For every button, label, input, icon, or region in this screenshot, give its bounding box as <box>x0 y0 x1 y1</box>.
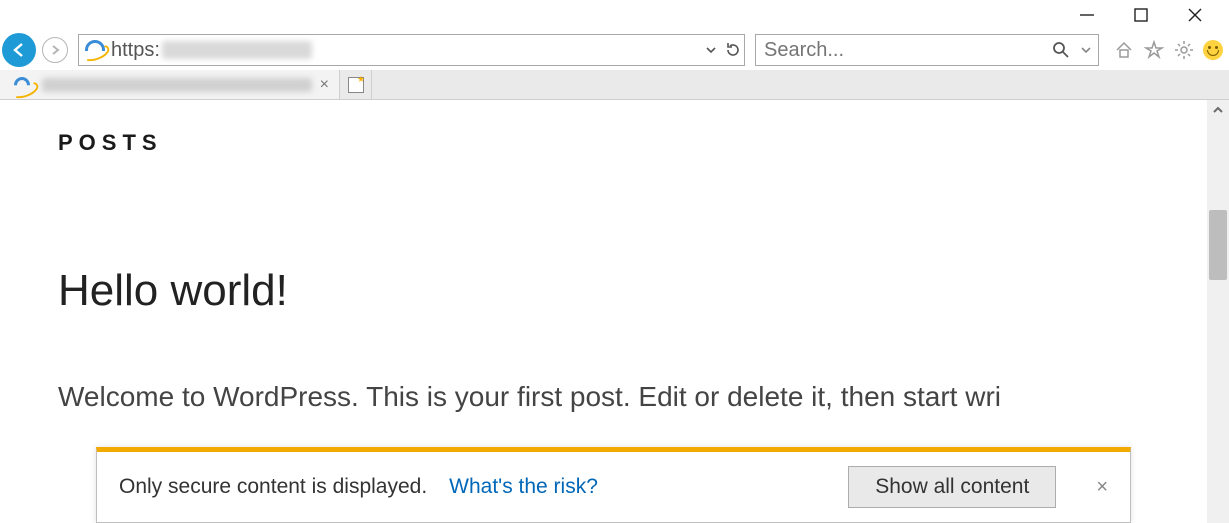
whats-the-risk-link[interactable]: What's the risk? <box>449 475 598 499</box>
scroll-thumb[interactable] <box>1209 210 1227 280</box>
notification-message: Only secure content is displayed. <box>119 475 427 499</box>
maximize-button[interactable] <box>1131 5 1151 25</box>
back-button[interactable] <box>2 33 36 67</box>
address-redacted <box>162 41 312 59</box>
navigation-bar: https: <box>0 30 1229 70</box>
vertical-scrollbar[interactable] <box>1207 100 1229 523</box>
refresh-button[interactable] <box>722 42 744 58</box>
notification-close-button[interactable]: × <box>1096 476 1108 499</box>
address-text: https: <box>111 39 160 62</box>
close-window-button[interactable] <box>1185 5 1205 25</box>
feedback-smiley-icon[interactable] <box>1203 40 1223 60</box>
section-heading: POSTS <box>58 130 1207 156</box>
toolbar-icons <box>1113 39 1223 61</box>
scroll-up-button[interactable] <box>1207 100 1229 120</box>
show-all-content-button[interactable]: Show all content <box>848 466 1056 508</box>
post-title[interactable]: Hello world! <box>58 266 1207 316</box>
tab-favicon <box>14 77 30 93</box>
favorites-star-icon[interactable] <box>1143 39 1165 61</box>
search-box[interactable] <box>755 34 1099 66</box>
tab-strip: × <box>0 70 1229 100</box>
search-dropdown-icon[interactable] <box>1078 45 1094 55</box>
home-icon[interactable] <box>1113 39 1135 61</box>
post-body: Welcome to WordPress. This is your first… <box>58 376 1118 418</box>
active-tab[interactable]: × <box>0 70 340 99</box>
address-bar[interactable]: https: <box>78 34 745 66</box>
tools-gear-icon[interactable] <box>1173 39 1195 61</box>
ie-site-icon <box>85 40 105 60</box>
search-icon[interactable] <box>1044 41 1078 59</box>
scroll-track[interactable] <box>1207 120 1229 523</box>
new-tab-button[interactable] <box>340 70 372 99</box>
tab-title-redacted <box>42 78 312 92</box>
security-notification-bar: Only secure content is displayed. What's… <box>96 447 1131 523</box>
forward-button[interactable] <box>42 37 68 63</box>
new-tab-icon <box>348 77 364 93</box>
minimize-button[interactable] <box>1077 5 1097 25</box>
tab-close-button[interactable]: × <box>318 76 331 94</box>
address-dropdown-icon[interactable] <box>700 45 722 55</box>
search-input[interactable] <box>756 39 1044 62</box>
window-caption-buttons <box>0 0 1229 30</box>
